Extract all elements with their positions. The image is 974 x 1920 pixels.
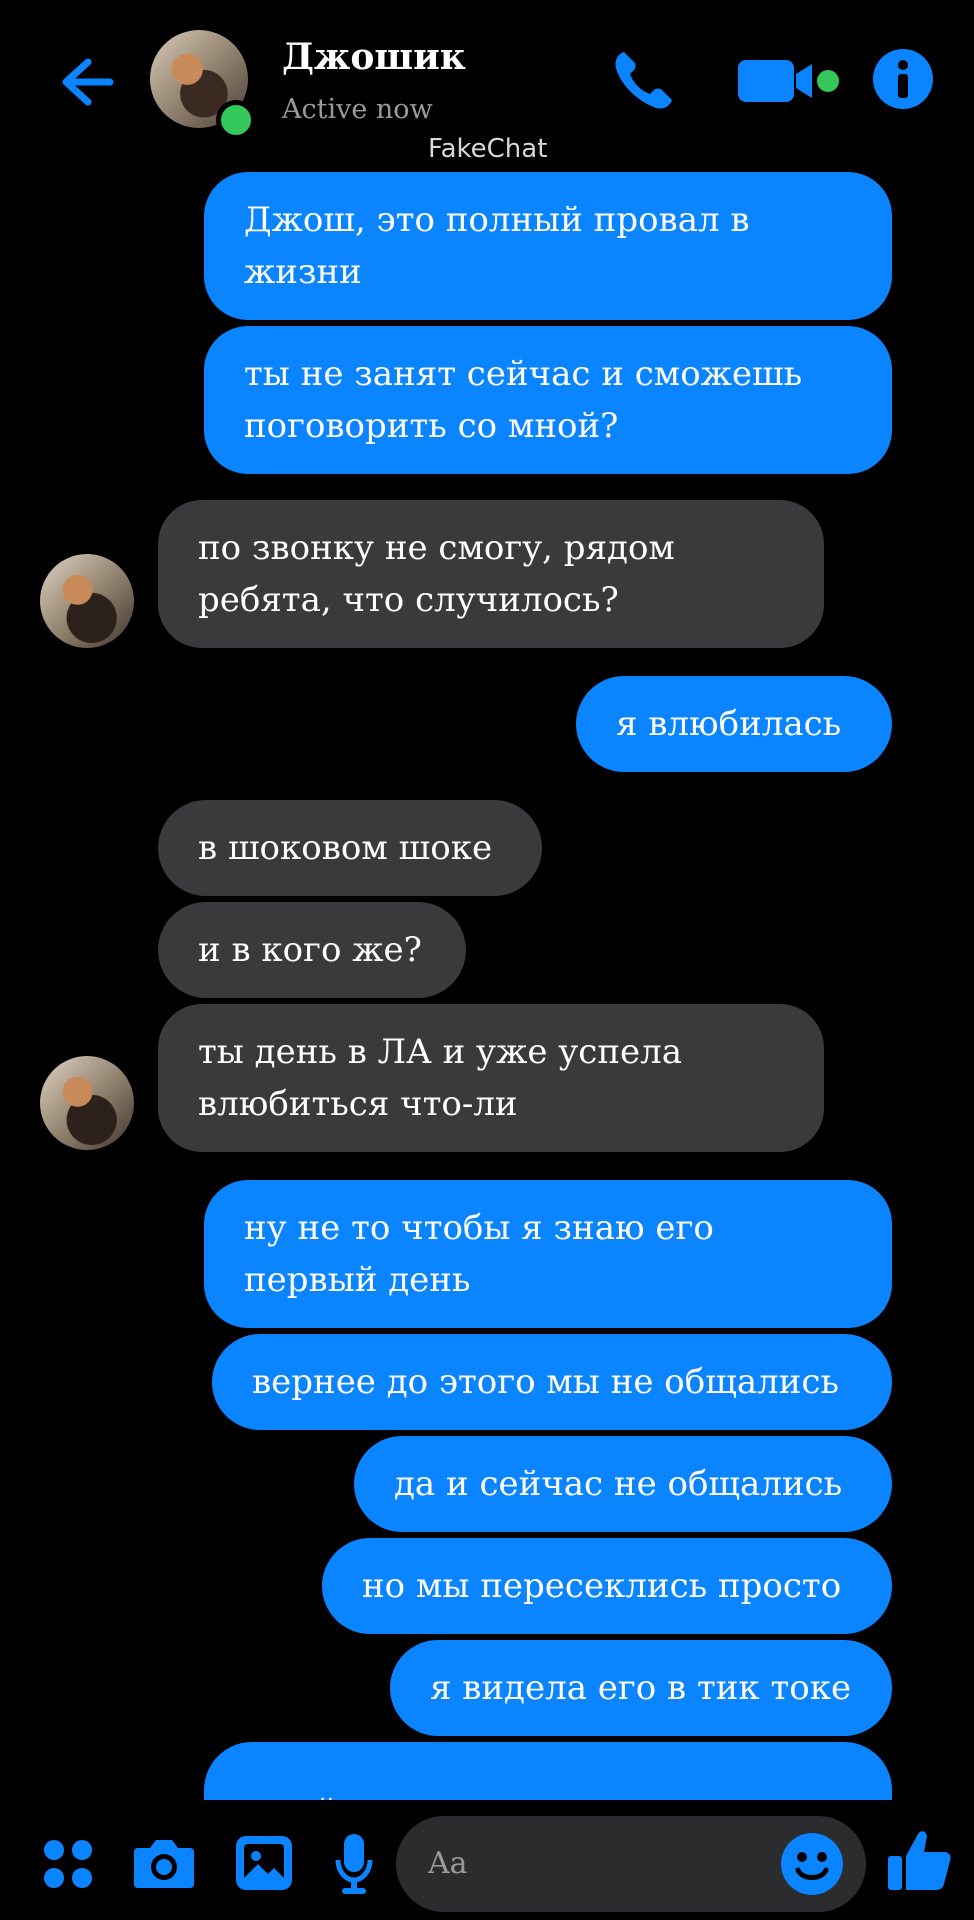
message-incoming[interactable]: и в кого же?: [158, 902, 466, 998]
message-incoming[interactable]: по звонку не смогу, рядом ребята, что сл…: [158, 500, 824, 648]
apps-grid-icon[interactable]: [40, 1836, 96, 1892]
back-arrow-icon[interactable]: [52, 50, 116, 114]
online-indicator: [216, 100, 256, 140]
contact-name[interactable]: Джошик: [282, 36, 466, 78]
message-outgoing[interactable]: но мы пересеклись просто: [322, 1538, 892, 1634]
contact-avatar-small[interactable]: [40, 554, 134, 648]
message-outgoing[interactable]: ну не то чтобы я знаю его первый день: [204, 1180, 892, 1328]
info-icon[interactable]: [872, 48, 934, 110]
message-list[interactable]: Джош, это полный провал в жизни ты не за…: [0, 0, 974, 1800]
message-outgoing[interactable]: вернее до этого мы не общались: [212, 1334, 892, 1430]
active-status: Active now: [282, 94, 433, 125]
gallery-icon[interactable]: [234, 1834, 294, 1892]
chat-header: Джошик Active now FakeChat: [0, 0, 974, 170]
message-input-placeholder: Aa: [428, 1846, 468, 1881]
emoji-icon[interactable]: [780, 1832, 844, 1896]
contact-avatar-small[interactable]: [40, 1056, 134, 1150]
phone-icon[interactable]: [608, 44, 680, 116]
watermark-label: FakeChat: [428, 134, 548, 164]
message-outgoing[interactable]: ты не занят сейчас и сможешь поговорить …: [204, 326, 892, 474]
message-incoming[interactable]: в шоковом шоке: [158, 800, 542, 896]
message-outgoing[interactable]: я влюбилась: [576, 676, 892, 772]
thumbs-up-icon[interactable]: [886, 1826, 954, 1894]
video-camera-icon[interactable]: [736, 56, 842, 106]
message-incoming[interactable]: ты день в ЛА и уже успела влюбиться что-…: [158, 1004, 824, 1152]
microphone-icon[interactable]: [334, 1832, 374, 1896]
message-outgoing[interactable]: да и сейчас не общались: [354, 1436, 892, 1532]
message-outgoing[interactable]: я сейчас намекну а ты сам: [204, 1742, 892, 1800]
message-outgoing[interactable]: Джош, это полный провал в жизни: [204, 172, 892, 320]
message-outgoing[interactable]: я видела его в тик токе: [390, 1640, 892, 1736]
camera-icon[interactable]: [132, 1834, 196, 1892]
